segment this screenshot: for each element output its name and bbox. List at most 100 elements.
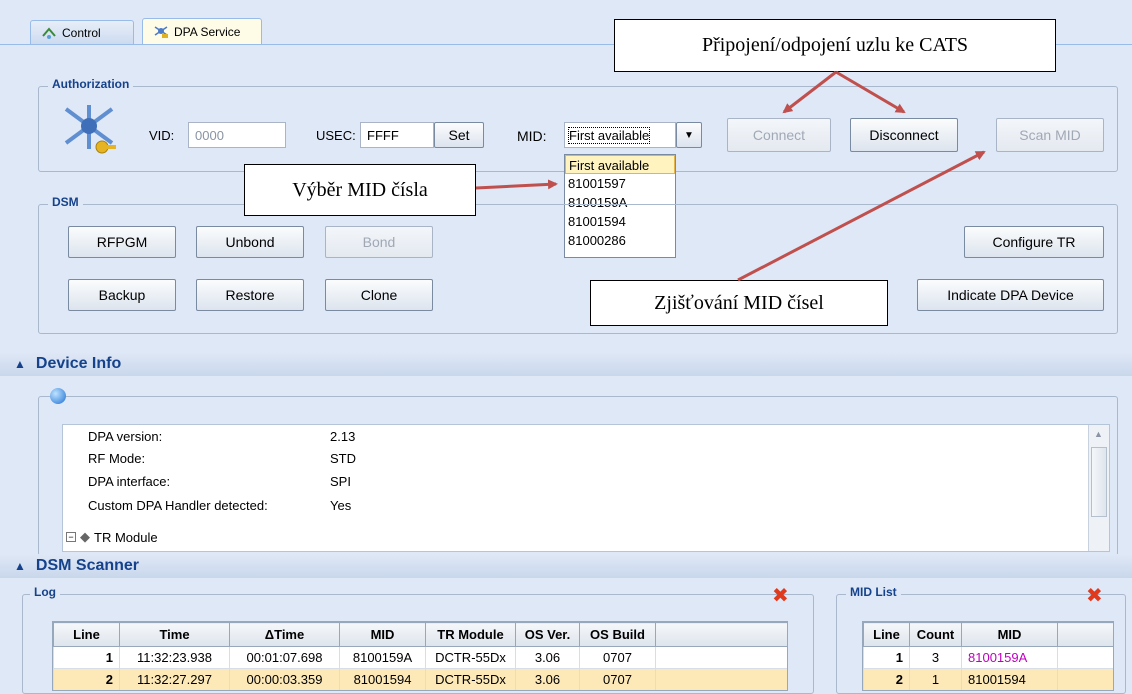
backup-button[interactable]: Backup <box>68 279 176 311</box>
device-info-title: Device Info <box>35 355 122 372</box>
log-table-wrap: Line Time ΔTime MID TR Module OS Ver. OS… <box>52 621 788 691</box>
callout-scan: Zjišťování MID čísel <box>590 280 888 326</box>
tree-node-tr-module[interactable]: − ◆ TR Module <box>66 529 158 545</box>
device-info-value: SPI <box>330 474 351 489</box>
mid-cell-filler <box>1057 668 1113 690</box>
log-cell: DCTR-55Dx <box>425 668 516 690</box>
tab-dpa-service[interactable]: DPA Service <box>142 18 262 45</box>
mid-col-count[interactable]: Count <box>909 622 962 647</box>
log-cell: 0707 <box>579 668 656 690</box>
mid-option[interactable]: First available <box>565 155 675 174</box>
log-cell: 11:32:23.938 <box>119 646 230 669</box>
mid-cell: 81001594 <box>961 668 1058 690</box>
device-info-value: 2.13 <box>330 429 356 444</box>
clear-mid-list-icon[interactable]: ✖ <box>1086 583 1103 608</box>
log-col-tr-module[interactable]: TR Module <box>425 622 516 647</box>
log-col-line[interactable]: Line <box>53 622 120 647</box>
control-icon <box>42 26 56 39</box>
callout-connect: Připojení/odpojení uzlu ke CATS <box>614 19 1056 72</box>
rfpgm-button[interactable]: RFPGM <box>68 226 176 258</box>
mid-col-mid[interactable]: MID <box>961 622 1058 647</box>
tab-control-label: Control <box>62 25 101 40</box>
device-info-header[interactable]: ▲ Device Info <box>0 352 1132 376</box>
disconnect-button[interactable]: Disconnect <box>850 118 958 152</box>
vid-input[interactable]: 0000 <box>188 122 286 148</box>
log-col-filler <box>655 622 787 647</box>
log-col-delta[interactable]: ΔTime <box>229 622 340 647</box>
mid-option[interactable]: 81001597 <box>565 174 675 193</box>
mid-label: MID: <box>517 128 547 144</box>
mid-dropdown-button[interactable]: ▼ <box>676 122 702 148</box>
usec-label: USEC: <box>316 128 356 143</box>
log-header-row: Line Time ΔTime MID TR Module OS Ver. OS… <box>53 622 787 647</box>
log-cell: 0707 <box>579 646 656 669</box>
mid-cell: 3 <box>909 646 962 669</box>
restore-button[interactable]: Restore <box>196 279 304 311</box>
scan-mid-button[interactable]: Scan MID <box>996 118 1104 152</box>
log-title: Log <box>30 585 60 599</box>
log-col-os-ver[interactable]: OS Ver. <box>515 622 580 647</box>
unbond-button[interactable]: Unbond <box>196 226 304 258</box>
log-cell: DCTR-55Dx <box>425 646 516 669</box>
log-col-os-build[interactable]: OS Build <box>579 622 656 647</box>
mid-header-row: Line Count MID <box>863 622 1113 647</box>
module-icon: ◆ <box>80 529 90 544</box>
log-cell: 3.06 <box>515 668 580 690</box>
authorization-title: Authorization <box>48 77 134 91</box>
device-info-key: Custom DPA Handler detected: <box>88 498 268 513</box>
callout-mid-select: Výběr MID čísla <box>244 164 476 216</box>
log-cell: 1 <box>53 646 120 669</box>
collapse-icon: ▲ <box>14 559 26 573</box>
device-info-panel <box>62 424 1110 552</box>
status-indicator-icon <box>50 388 66 404</box>
mid-table-wrap: Line Count MID 1 3 8100159A 2 1 81001594 <box>862 621 1114 691</box>
device-info-value: Yes <box>330 498 352 513</box>
mid-col-filler <box>1057 622 1113 647</box>
bond-button[interactable]: Bond <box>325 226 433 258</box>
table-row[interactable]: 1 3 8100159A <box>863 646 1113 669</box>
mid-col-line[interactable]: Line <box>863 622 910 647</box>
mid-cell: 1 <box>909 668 962 690</box>
mid-select-value: First available <box>568 126 651 144</box>
log-col-time[interactable]: Time <box>119 622 230 647</box>
table-row[interactable]: 1 11:32:23.938 00:01:07.698 8100159A DCT… <box>53 646 787 669</box>
log-cell: 8100159A <box>339 646 426 669</box>
log-cell: 11:32:27.297 <box>119 668 230 690</box>
log-cell-filler <box>655 646 787 669</box>
log-cell: 00:00:03.359 <box>229 668 340 690</box>
clear-log-icon[interactable]: ✖ <box>772 583 789 608</box>
tab-control[interactable]: Control <box>30 20 134 44</box>
clone-button[interactable]: Clone <box>325 279 433 311</box>
device-info-key: DPA version: <box>88 429 163 444</box>
dsm-scanner-header[interactable]: ▲ DSM Scanner <box>0 554 1132 578</box>
connect-button[interactable]: Connect <box>727 118 831 152</box>
tab-dpa-service-label: DPA Service <box>174 25 241 39</box>
dsm-title: DSM <box>48 195 83 209</box>
log-col-mid[interactable]: MID <box>339 622 426 647</box>
tree-collapse-icon[interactable]: − <box>66 532 76 542</box>
dsm-scanner-title: DSM Scanner <box>35 557 140 574</box>
scrollbar-thumb[interactable] <box>1091 447 1107 517</box>
configure-tr-button[interactable]: Configure TR <box>964 226 1104 258</box>
indicate-dpa-device-button[interactable]: Indicate DPA Device <box>917 279 1104 311</box>
log-cell: 00:01:07.698 <box>229 646 340 669</box>
mid-list-title: MID List <box>846 585 901 599</box>
log-table: Line Time ΔTime MID TR Module OS Ver. OS… <box>53 622 787 690</box>
mid-select[interactable]: First available <box>564 122 676 148</box>
log-cell: 81001594 <box>339 668 426 690</box>
table-row[interactable]: 2 11:32:27.297 00:00:03.359 81001594 DCT… <box>53 668 787 690</box>
vid-label: VID: <box>149 128 175 143</box>
device-info-value: STD <box>330 451 356 466</box>
mid-table: Line Count MID 1 3 8100159A 2 1 81001594 <box>863 622 1113 690</box>
usec-input[interactable]: FFFF <box>360 122 434 148</box>
device-info-scrollbar[interactable]: ▲ <box>1088 425 1109 551</box>
table-row[interactable]: 2 1 81001594 <box>863 668 1113 690</box>
scroll-up-icon[interactable]: ▲ <box>1094 429 1103 439</box>
tree-node-label: TR Module <box>94 529 158 545</box>
arrow-to-mid-list <box>475 179 558 190</box>
set-button[interactable]: Set <box>434 122 484 148</box>
mid-cell-filler <box>1057 646 1113 669</box>
log-cell-filler <box>655 668 787 690</box>
chevron-down-icon: ▼ <box>684 129 694 141</box>
log-cell: 2 <box>53 668 120 690</box>
